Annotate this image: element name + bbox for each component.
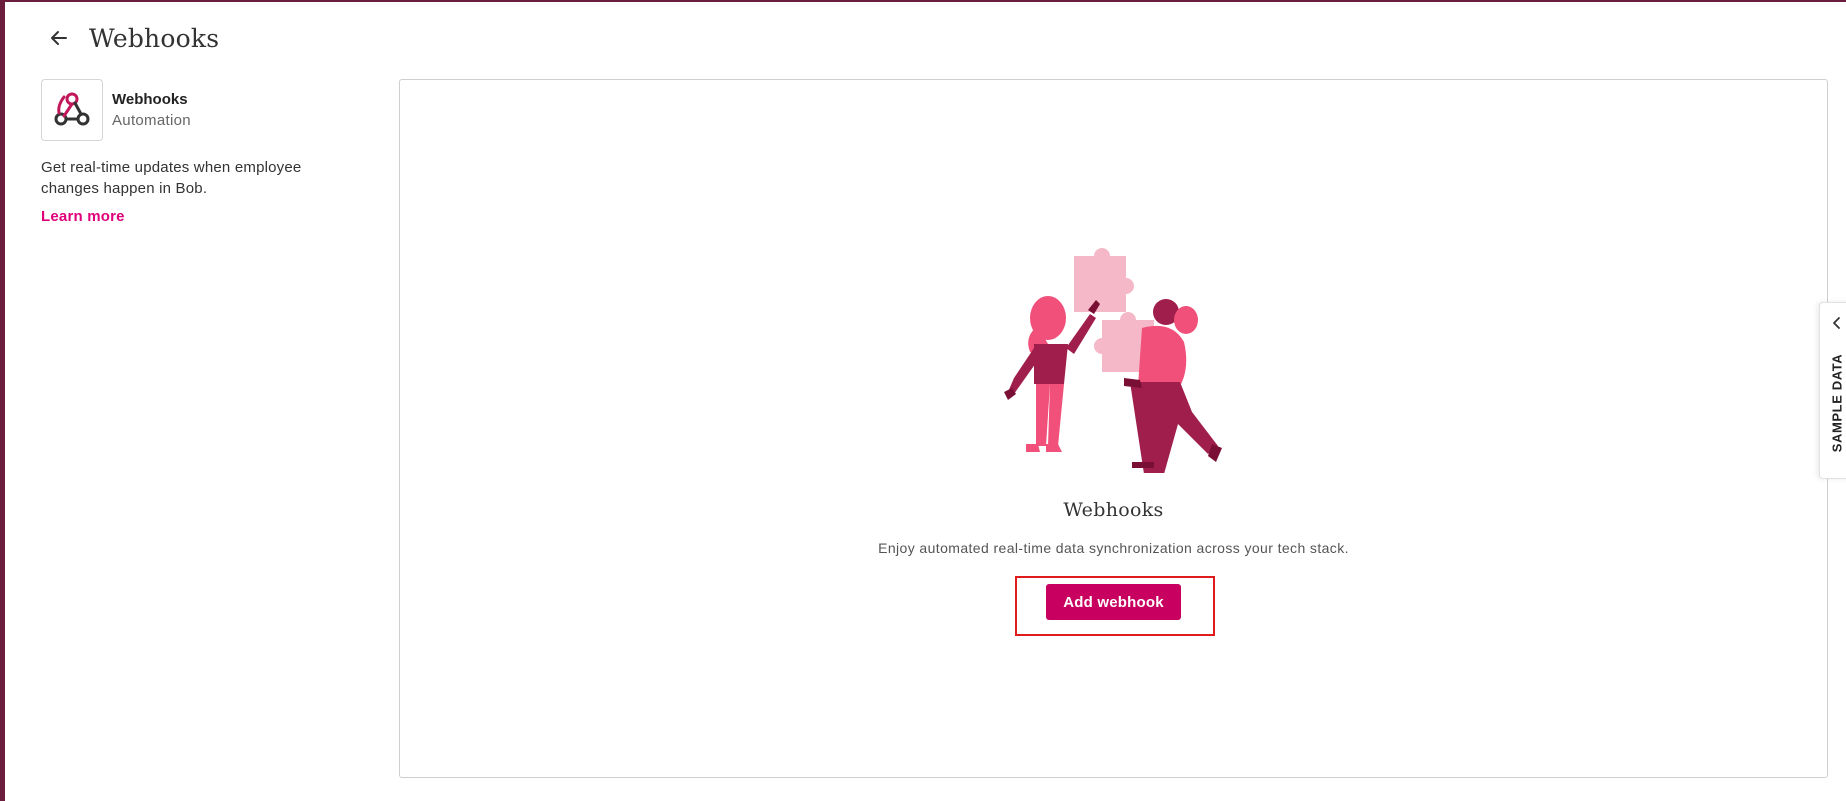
highlight-box: Add webhook (1015, 576, 1215, 636)
empty-state-description: Enjoy automated real-time data synchroni… (878, 540, 1349, 556)
puzzle-people-illustration (1004, 248, 1222, 473)
app-name: Webhooks (112, 90, 188, 108)
add-webhook-button[interactable]: Add webhook (1046, 584, 1181, 620)
sample-data-label: SAMPLE DATA (1829, 353, 1845, 453)
learn-more-link[interactable]: Learn more (41, 208, 125, 225)
webhook-icon (54, 92, 90, 126)
app-info-sidebar: Webhooks Automation Get real-time update… (41, 79, 361, 226)
page-header: Webhooks (45, 18, 219, 58)
chevron-left-icon (1833, 317, 1840, 329)
app-description: Get real-time updates when employee chan… (41, 159, 302, 197)
back-button[interactable] (45, 24, 73, 52)
sample-data-tab[interactable]: SAMPLE DATA (1819, 302, 1846, 479)
app-card: Webhooks Automation (41, 79, 361, 141)
app-meta: Webhooks Automation (112, 90, 191, 131)
app-logo (41, 79, 103, 141)
webhooks-panel: Webhooks Enjoy automated real-time data … (399, 79, 1828, 778)
app-category: Automation (112, 111, 191, 129)
page-title: Webhooks (89, 23, 220, 53)
app-frame: Webhooks Webhooks Automation Get real-ti (0, 0, 1846, 801)
empty-state-title: Webhooks (1063, 499, 1164, 521)
arrow-left-icon (51, 31, 67, 45)
